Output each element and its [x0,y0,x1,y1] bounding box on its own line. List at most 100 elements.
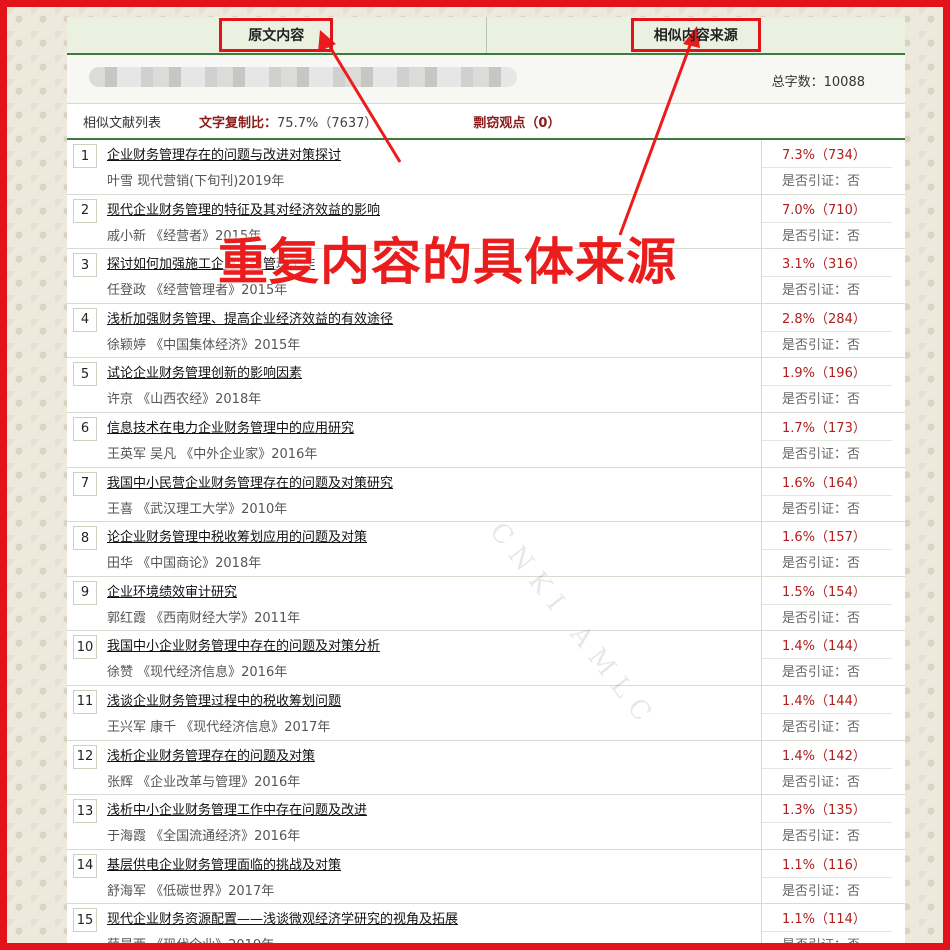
similarity-cell: 2.8%（284） 是否引证：否 [761,303,892,358]
plagiarism-points: 剽窃观点（0） [473,115,561,131]
literature-title-link[interactable]: 基层供电企业财务管理面临的挑战及对策 [107,854,341,873]
similarity-cell: 7.0%（710） 是否引证：否 [761,194,892,249]
cell-divider [762,767,892,769]
cell-divider [762,276,892,278]
tab-source-label: 相似内容来源 [630,18,761,52]
similarity-percent: 1.5%（154） [782,584,866,600]
copy-ratio-label: 文字复制比： [199,115,278,131]
literature-meta: 徐赞 《现代经济信息》2016年 [107,665,288,681]
citation-status: 是否引证：否 [782,337,861,353]
literature-meta: 田华 《中国商论》2018年 [107,556,262,572]
table-row: 12 浅析企业财务管理存在的问题及对策 张辉 《企业改革与管理》2016年 1.4%（… [67,740,905,796]
similarity-cell: 3.1%（316） 是否引证：否 [761,249,892,303]
literature-title-link[interactable]: 论企业财务管理中税收筹划应用的问题及对策 [107,526,367,545]
row-index: 13 [73,799,97,824]
row-index: 4 [73,307,97,332]
similarity-cell: 1.1%（116） 是否引证：否 [761,849,892,904]
literature-title-link[interactable]: 企业财务管理存在的问题与改进对策探讨 [107,144,341,163]
literature-title-link[interactable]: 浅析加强财务管理、提高企业经济效益的有效途径 [107,308,393,327]
cell-divider [762,385,892,387]
similarity-percent: 7.0%（710） [782,202,866,218]
literature-meta: 郭红霞 《西南财经大学》2011年 [107,610,301,626]
citation-status: 是否引证：否 [782,392,861,408]
literature-title-link[interactable]: 现代企业财务资源配置——浅谈微观经济学研究的视角及拓展 [107,908,458,927]
similarity-percent: 1.9%（196） [782,366,866,382]
literature-meta: 王英军 吴凡 《中外企业家》2016年 [107,446,318,462]
citation-status: 是否引证：否 [782,719,861,735]
table-row: 4 浅析加强财务管理、提高企业经济效益的有效途径 徐颖婷 《中国集体经济》2015年… [67,303,905,359]
row-index: 10 [73,635,97,660]
literature-meta: 舒海军 《低碳世界》2017年 [107,883,275,899]
row-index: 8 [73,526,97,551]
cell-divider [762,330,892,332]
similarity-percent: 2.8%（284） [782,311,866,327]
citation-status: 是否引证：否 [782,556,861,572]
citation-status: 是否引证：否 [782,228,861,244]
citation-status: 是否引证：否 [782,446,861,462]
literature-title-link[interactable]: 试论企业财务管理创新的影响因素 [107,362,302,381]
literature-title-link[interactable]: 企业环境绩效审计研究 [107,581,237,600]
citation-status: 是否引证：否 [782,829,861,845]
row-index: 1 [73,144,97,168]
literature-title-link[interactable]: 浅析企业财务管理存在的问题及对策 [107,745,315,764]
similarity-percent: 1.4%（142） [782,748,866,764]
similarity-cell: 1.5%（154） 是否引证：否 [761,576,892,631]
similarity-cell: 1.4%（144） 是否引证：否 [761,685,892,740]
cell-divider [762,221,892,223]
citation-status: 是否引证：否 [782,665,861,681]
annotation-label: 重复内容的具体来源 [218,233,677,291]
row-index: 3 [73,253,97,278]
citation-status: 是否引证：否 [782,501,861,517]
similarity-cell: 1.9%（196） 是否引证：否 [761,358,892,412]
cell-divider [762,167,892,168]
cell-divider [762,603,892,605]
table-row: 8 论企业财务管理中税收筹划应用的问题及对策 田华 《中国商论》2018年 1.6%（… [67,522,905,577]
literature-title-link[interactable]: 浅谈企业财务管理过程中的税收筹划问题 [107,690,341,709]
similarity-percent: 1.7%（173） [782,420,866,436]
row-index: 9 [73,580,97,605]
row-index: 15 [73,908,97,933]
similarity-percent: 1.3%（135） [782,803,866,819]
table-row: 13 浅析中小企业财务管理工作中存在问题及改进 于海霞 《全国流通经济》2016年 1… [67,795,905,850]
similarity-summary: 相似文献列表 文字复制比：75.7%（7637） 剽窃观点（0） [67,104,905,140]
cell-divider [762,822,892,824]
citation-status: 是否引证：否 [782,610,861,626]
table-row: 10 我国中小企业财务管理中存在的问题及对策分析 徐赞 《现代经济信息》2016年 1… [67,631,905,686]
literature-title-link[interactable]: 浅析中小企业财务管理工作中存在问题及改进 [107,799,367,818]
citation-status: 是否引证：否 [782,938,861,950]
citation-status: 是否引证：否 [782,283,861,299]
copy-ratio-value: 75.7%（7637） [277,115,378,131]
literature-title-link[interactable]: 我国中小企业财务管理中存在的问题及对策分析 [107,635,380,654]
literature-meta: 王兴军 康千 《现代经济信息》2017年 [107,719,331,735]
table-row: 5 试论企业财务管理创新的影响因素 许京 《山西农经》2018年 1.9%（196） 是… [67,358,905,413]
document-info-bar: 总字数：10088 [67,55,905,104]
similar-list-label: 相似文献列表 [83,115,162,131]
similarity-cell: 1.4%（142） 是否引证：否 [761,740,892,795]
table-row: 1 企业财务管理存在的问题与改进对策探讨 叶雪 现代营销(下旬刊)2019年 7.3%… [67,140,905,195]
row-index: 7 [73,471,97,496]
similarity-cell: 1.7%（173） 是否引证：否 [761,412,892,467]
literature-title-link[interactable]: 现代企业财务管理的特征及其对经济效益的影响 [107,199,380,218]
similarity-percent: 1.6%（157） [782,530,866,546]
cell-divider [762,658,892,660]
cell-divider [762,931,892,933]
literature-meta: 徐颖婷 《中国集体经济》2015年 [107,337,301,353]
cell-divider [762,549,892,551]
tab-original-content[interactable]: 原文内容 [67,17,486,53]
tab-similar-source[interactable]: 相似内容来源 [485,17,906,53]
similarity-cell: 1.6%（164） 是否引证：否 [761,467,892,522]
similarity-cell: 1.6%（157） 是否引证：否 [761,522,892,576]
literature-meta: 薛晨西 《现代企业》2019年 [107,938,275,950]
similarity-percent: 1.4%（144） [782,639,866,655]
table-row: 15 现代企业财务资源配置——浅谈微观经济学研究的视角及拓展薛晨西 《现代企业》2… [67,904,905,950]
literature-title-link[interactable]: 我国中小民营企业财务管理存在的问题及对策研究 [107,472,393,491]
row-index: 12 [73,744,97,769]
row-index: 11 [73,689,97,714]
literature-meta: 王喜 《武汉理工大学》2010年 [107,501,288,517]
similarity-percent: 1.1%（114） [782,912,866,928]
literature-meta: 张辉 《企业改革与管理》2016年 [107,774,301,790]
literature-title-link[interactable]: 信息技术在电力企业财务管理中的应用研究 [107,417,354,436]
similarity-cell: 1.4%（144） 是否引证：否 [761,631,892,685]
similarity-cell: 1.3%（135） 是否引证：否 [761,795,892,849]
row-index: 2 [73,198,97,223]
